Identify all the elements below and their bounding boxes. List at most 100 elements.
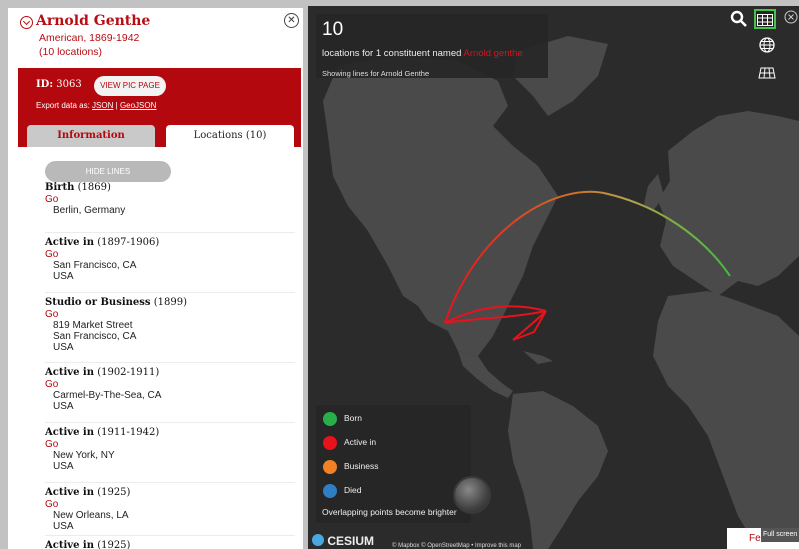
location-dates: (1925) — [97, 540, 131, 549]
legend-note: Overlapping points become brighter — [322, 507, 457, 517]
location-divider — [45, 362, 295, 363]
location-title: Studio or Business (1899) — [45, 297, 295, 309]
location-address-line: USA — [53, 461, 74, 472]
go-link[interactable]: Go — [45, 249, 295, 260]
location-type: Active in — [45, 237, 94, 248]
app-frame: Arnold Genthe American, 1869-1942 (10 lo… — [0, 0, 799, 549]
map-credits[interactable]: © Mapbox © OpenStreetMap • Improve this … — [392, 543, 521, 549]
cesium-logo-mark — [312, 534, 324, 546]
record-id-value: 3063 — [56, 79, 82, 90]
legend-label: Born — [344, 413, 362, 423]
constituent-locations-count: (10 locations) — [39, 46, 103, 58]
go-link[interactable]: Go — [45, 309, 295, 320]
location-type: Studio or Business — [45, 297, 151, 308]
view-pic-page-button[interactable]: VIEW PIC PAGE — [94, 76, 166, 96]
location-type: Birth — [45, 182, 75, 193]
location-title: Active in (1925) — [45, 487, 295, 499]
legend-label: Business — [344, 461, 379, 471]
map-plane-icon[interactable] — [756, 64, 778, 84]
search-icon[interactable] — [728, 10, 750, 30]
legend-item: Died — [323, 484, 463, 498]
legend-label: Active in — [344, 437, 377, 447]
tab-locations[interactable]: Locations (10) — [166, 125, 294, 147]
location-type: Active in — [45, 487, 94, 498]
legend-color-dot — [323, 460, 337, 474]
legend-color-dot — [323, 484, 337, 498]
location-title: Active in (1902-1911) — [45, 367, 295, 379]
location-title: Birth (1869) — [45, 182, 295, 194]
cesium-logo-text: CESIUM — [327, 534, 375, 548]
location-dates: (1899) — [153, 297, 187, 308]
export-separator: | — [115, 101, 118, 110]
go-link[interactable]: Go — [45, 194, 295, 205]
location-divider — [45, 232, 295, 233]
location-dates: (1897-1906) — [97, 237, 160, 248]
location-address-line: USA — [53, 271, 74, 282]
close-panel-icon[interactable]: ✕ — [284, 13, 299, 28]
showing-lines-text: Showing lines for Arnold Genthe — [322, 69, 430, 78]
go-link[interactable]: Go — [45, 379, 295, 390]
location-address-line: USA — [53, 401, 74, 412]
location-divider — [45, 482, 295, 483]
close-icon[interactable] — [783, 9, 799, 29]
location-address-line: Carmel-By-The-Sea, CA — [53, 390, 162, 401]
panel-header: Arnold Genthe American, 1869-1942 (10 lo… — [8, 8, 303, 68]
export-links: Export data as: JSON | GeoJSON — [36, 101, 156, 110]
location-divider — [45, 292, 295, 293]
location-address-line: 819 Market Street — [53, 320, 133, 331]
map-info-box: 10 locations for 1 constituent named Arn… — [316, 14, 548, 78]
location-entry: Active in (1897-1906) Go San Francisco, CA… — [45, 237, 295, 282]
export-label: Export data as: — [36, 101, 90, 110]
location-address-line: USA — [53, 342, 74, 353]
full-screen-button[interactable]: Full screen — [761, 528, 799, 542]
go-link[interactable]: Go — [45, 499, 295, 510]
location-entry: Studio or Business (1899) Go 819 Market St… — [45, 297, 295, 353]
legend-label: Died — [344, 485, 362, 495]
location-entry: Active in (1902-1911) Go Carmel-By-The-Sea… — [45, 367, 295, 412]
record-bar: ID: 3063 VIEW PIC PAGE Export data as: J… — [18, 68, 301, 147]
go-link[interactable]: Go — [45, 439, 295, 450]
constituent-panel: Arnold Genthe American, 1869-1942 (10 lo… — [8, 8, 303, 549]
collapse-chevron-icon[interactable] — [20, 16, 33, 29]
location-address-line: San Francisco, CA — [53, 331, 137, 342]
legend-item: Active in — [323, 436, 463, 450]
legend-color-dot — [323, 412, 337, 426]
location-count: 10 — [322, 19, 344, 40]
navigation-globe-icon[interactable] — [453, 476, 491, 514]
cesium-logo: CESIUM — [312, 534, 374, 548]
location-description: locations for 1 constituent named Arnold… — [322, 48, 523, 59]
location-entry: Active in (1911-1942) Go New York, NY USA — [45, 427, 295, 472]
tab-information[interactable]: Information — [27, 125, 155, 147]
location-divider — [45, 422, 295, 423]
location-divider — [45, 535, 295, 536]
grid-icon[interactable] — [754, 9, 776, 29]
location-address-line: Berlin, Germany — [53, 205, 126, 216]
location-address-line: San Francisco, CA — [53, 260, 137, 271]
location-type: Active in — [45, 427, 94, 438]
location-title: Active in (1925) — [45, 540, 295, 549]
map-view[interactable]: 10 locations for 1 constituent named Arn… — [308, 6, 799, 549]
hide-lines-button[interactable]: HIDE LINES — [45, 161, 171, 182]
description-text: locations for 1 constituent named — [322, 48, 462, 59]
location-title: Active in (1897-1906) — [45, 237, 295, 249]
record-id-label: ID: — [36, 79, 54, 90]
constituent-link[interactable]: Arnold genthe — [464, 48, 523, 59]
location-address-line: New York, NY — [53, 450, 115, 461]
map-legend: Born Active in Business Died Overlapping po… — [316, 405, 471, 523]
location-entry: Birth (1869) Go Berlin, Germany — [45, 182, 295, 216]
legend-item: Business — [323, 460, 463, 474]
constituent-name: Arnold Genthe — [36, 13, 151, 29]
globe-icon[interactable] — [756, 37, 778, 57]
location-entry: Active in (1925) Go New Orleans, LA USA — [45, 487, 295, 532]
location-dates: (1911-1942) — [97, 427, 160, 438]
location-type: Active in — [45, 540, 94, 549]
export-geojson-link[interactable]: GeoJSON — [120, 101, 156, 110]
record-id: ID: 3063 — [36, 79, 82, 90]
export-json-link[interactable]: JSON — [92, 101, 113, 110]
location-address-line: USA — [53, 521, 74, 532]
location-type: Active in — [45, 367, 94, 378]
location-dates: (1902-1911) — [97, 367, 160, 378]
location-entry: Active in (1925) — [45, 540, 295, 549]
legend-item: Born — [323, 412, 463, 426]
location-address-line: New Orleans, LA — [53, 510, 129, 521]
